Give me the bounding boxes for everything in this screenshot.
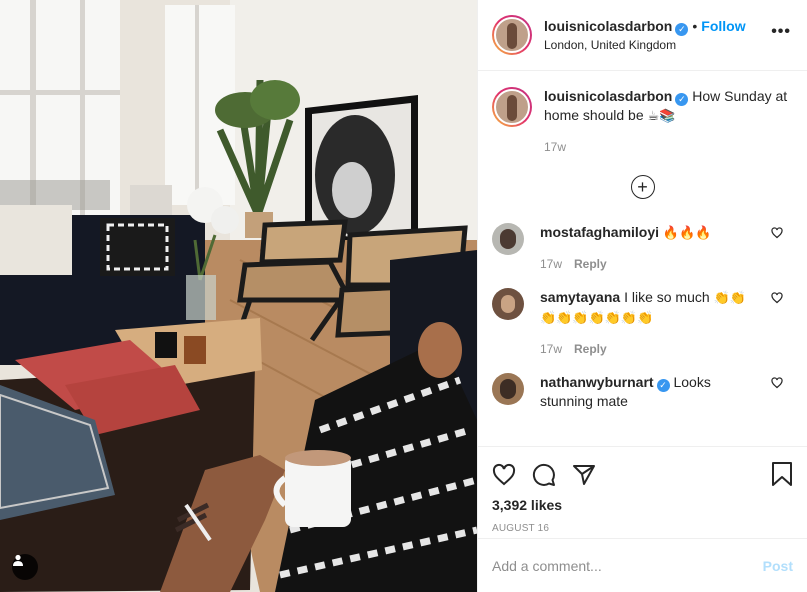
author-username[interactable]: louisnicolasdarbon (544, 18, 672, 34)
verified-badge-icon: ✓ (675, 22, 689, 36)
comment-icon[interactable] (532, 463, 556, 487)
verified-badge-icon: ✓ (675, 93, 689, 106)
heart-icon[interactable] (771, 227, 783, 239)
comment-time[interactable]: 17w (540, 342, 562, 356)
comment-body: samytayana I like so much 👏👏👏👏👏👏👏👏👏 17w R… (540, 288, 755, 359)
post-header: louisnicolasdarbon ✓ • Follow London, Unite… (478, 0, 807, 71)
commenter-avatar[interactable] (492, 373, 524, 405)
heart-icon[interactable] (771, 292, 783, 304)
follow-button[interactable]: Follow (701, 18, 745, 34)
caption-emoji: ☕📚 (647, 109, 676, 124)
post-side-panel: louisnicolasdarbon ✓ • Follow London, Unite… (477, 0, 807, 592)
more-options-button[interactable]: ••• (771, 24, 791, 40)
instagram-post: louisnicolasdarbon ✓ • Follow London, Unite… (0, 0, 807, 592)
heart-icon[interactable] (771, 377, 783, 389)
caption-body: louisnicolasdarbon ✓ How Sunday at home s… (544, 87, 793, 157)
load-more-comments[interactable]: + (492, 175, 793, 199)
comment-body: nathanwyburnart ✓ Looks stunning mate (540, 373, 755, 411)
add-comment-bar: Post (478, 538, 807, 592)
tagged-users-button[interactable] (12, 554, 38, 580)
action-icons (492, 455, 793, 495)
living-room-photo (0, 0, 477, 592)
likes-count[interactable]: 3,392 likes (492, 497, 793, 513)
comment-emoji: 🔥🔥🔥 (662, 226, 712, 241)
user-icon (13, 554, 23, 566)
comment-username[interactable]: nathanwyburnart (540, 374, 654, 390)
comment-item: mostafaghamiloyi 🔥🔥🔥 17w Reply (492, 223, 793, 274)
comments-section[interactable]: louisnicolasdarbon ✓ How Sunday at home s… (478, 71, 807, 446)
commenter-avatar[interactable] (492, 288, 524, 320)
comment-input[interactable] (492, 557, 763, 574)
post-comment-button[interactable]: Post (763, 558, 793, 574)
reply-button[interactable]: Reply (574, 342, 607, 356)
comment-text: I like so much (624, 289, 710, 305)
plus-circle-icon[interactable]: + (630, 175, 655, 199)
bookmark-icon[interactable] (771, 462, 793, 489)
comment-body: mostafaghamiloyi 🔥🔥🔥 17w Reply (540, 223, 755, 274)
comment-item: nathanwyburnart ✓ Looks stunning mate (492, 373, 793, 411)
caption-time[interactable]: 17w (544, 140, 566, 154)
comment-username[interactable]: mostafaghamiloyi (540, 224, 659, 240)
caption-author-avatar[interactable] (492, 87, 532, 127)
comment-meta: 17w Reply (540, 255, 755, 274)
post-actions: 3,392 likes AUGUST 16 Post (478, 446, 807, 592)
heart-icon[interactable] (492, 463, 516, 487)
post-caption: louisnicolasdarbon ✓ How Sunday at home s… (492, 87, 793, 157)
reply-button[interactable]: Reply (574, 257, 607, 271)
comment-item: samytayana I like so much 👏👏👏👏👏👏👏👏👏 17w R… (492, 288, 793, 359)
comment-meta: 17w Reply (540, 340, 755, 359)
comment-username[interactable]: samytayana (540, 289, 620, 305)
verified-badge-icon: ✓ (656, 379, 670, 392)
author-avatar[interactable] (492, 15, 532, 55)
post-photo[interactable] (0, 0, 477, 592)
caption-username[interactable]: louisnicolasdarbon (544, 88, 672, 104)
separator-dot: • (692, 17, 698, 34)
comment-time[interactable]: 17w (540, 257, 562, 271)
post-date[interactable]: AUGUST 16 (492, 523, 793, 534)
commenter-avatar[interactable] (492, 223, 524, 255)
author-info: louisnicolasdarbon ✓ • Follow London, Unite… (544, 17, 746, 54)
share-icon[interactable] (572, 463, 596, 487)
post-location[interactable]: London, United Kingdom (544, 36, 746, 54)
caption-meta: 17w (544, 138, 793, 157)
